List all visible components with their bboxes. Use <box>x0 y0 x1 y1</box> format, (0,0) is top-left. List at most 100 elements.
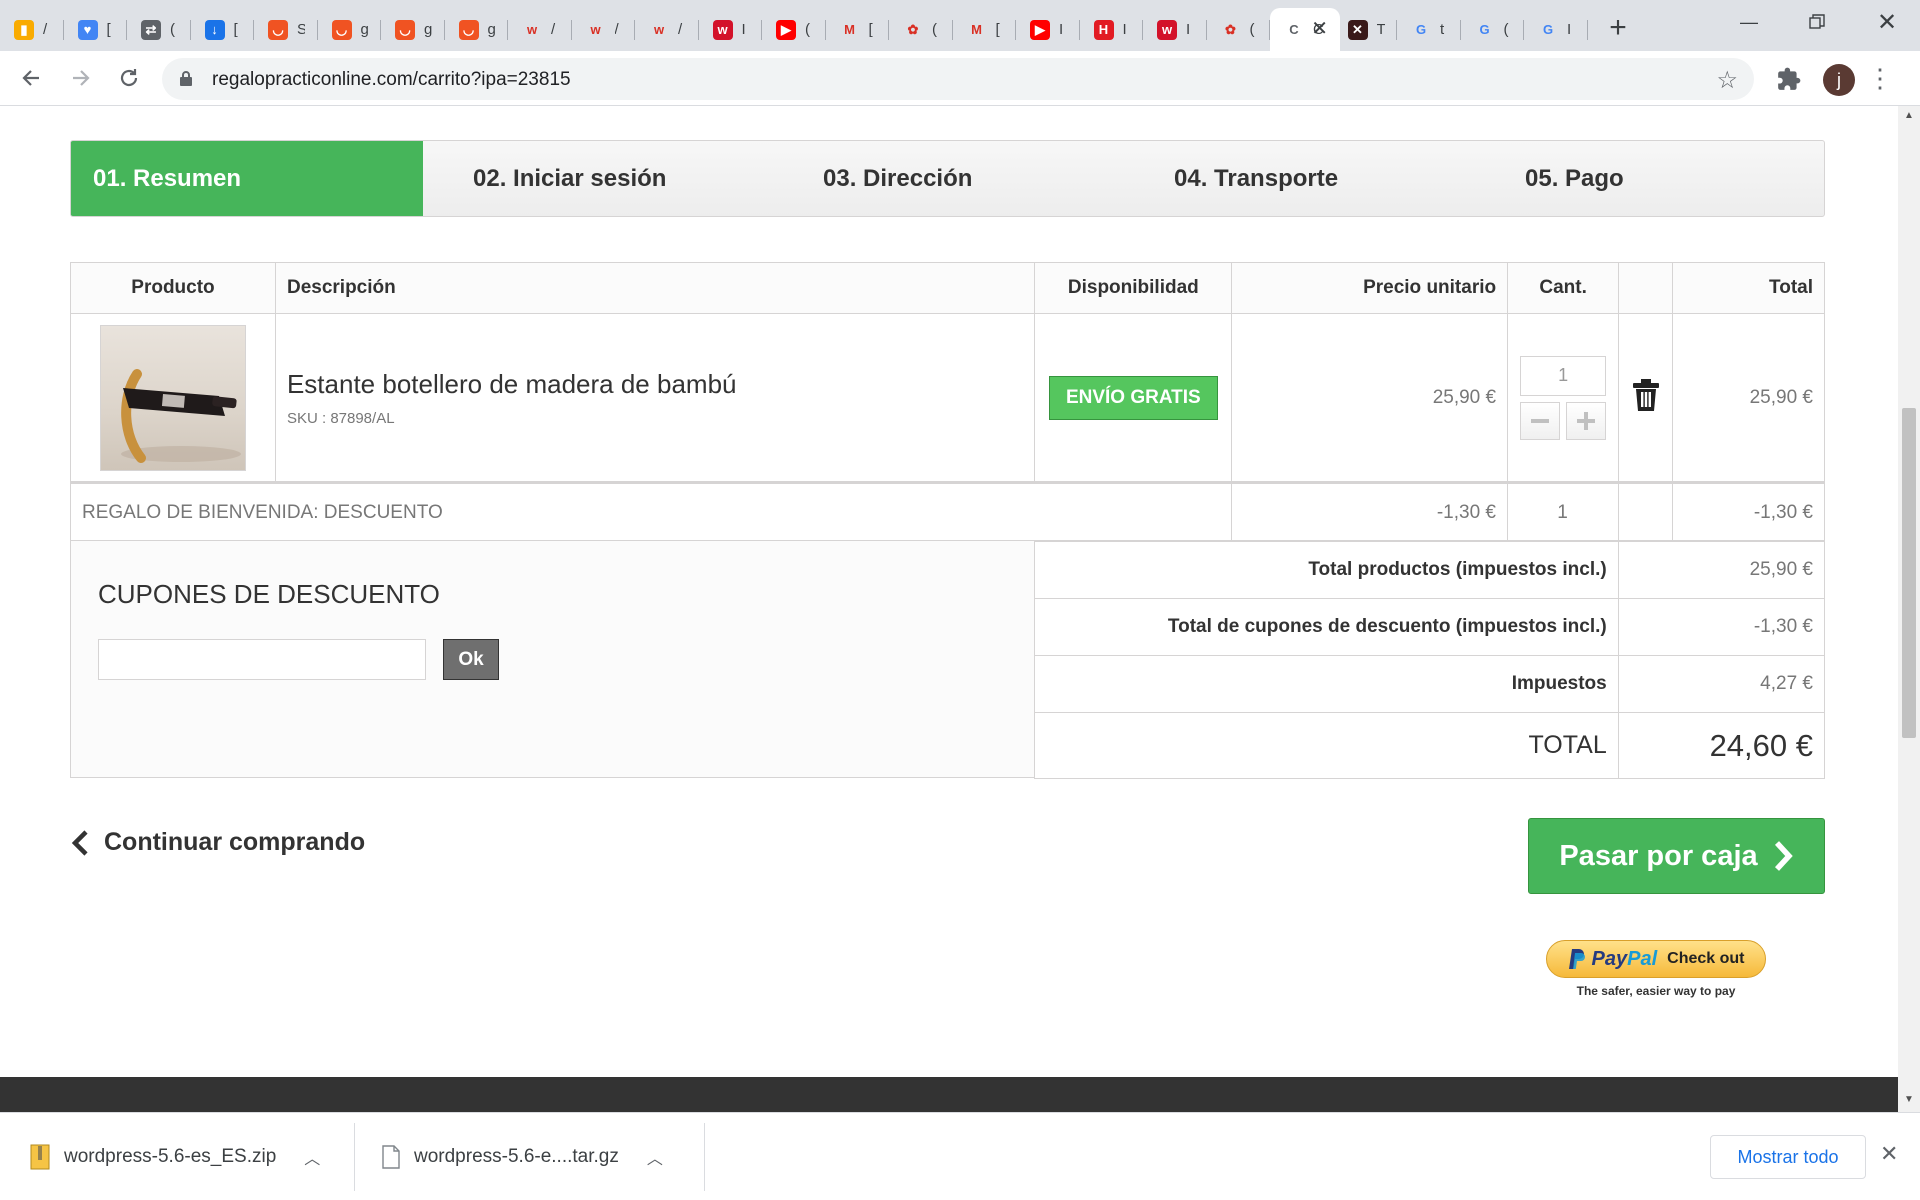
step-shipping[interactable]: 04. Transporte <box>1164 141 1464 216</box>
tab-title: [ <box>233 21 238 38</box>
tab-title: I <box>1567 21 1572 38</box>
browser-tab[interactable]: ◡ g <box>318 8 381 51</box>
restore-button[interactable] <box>1794 6 1840 38</box>
browser-tab[interactable]: wI <box>1143 8 1207 51</box>
download-item[interactable]: wordpress-5.6-e....tar.gz ︿ <box>382 1113 663 1200</box>
chevron-up-icon[interactable]: ︿ <box>647 1145 663 1169</box>
wallapop-icon: w <box>590 22 601 37</box>
bookmark-star-icon[interactable]: ☆ <box>1716 66 1738 95</box>
browser-tab[interactable]: M[ <box>826 8 889 51</box>
discount-label: REGALO DE BIENVENIDA: DESCUENTO <box>82 501 443 523</box>
scroll-down-icon[interactable]: ▼ <box>1902 1094 1916 1108</box>
browser-tab[interactable]: GI <box>1524 8 1588 51</box>
browser-tab[interactable]: ↓[ <box>191 8 254 51</box>
extensions-puzzle-icon[interactable] <box>1776 66 1802 92</box>
paypal-pill: Pay Pal Check out <box>1546 940 1766 978</box>
h-logo-icon: H <box>1093 19 1114 40</box>
wallapop-round-icon: w <box>712 19 733 40</box>
browser-tab[interactable]: ▶ I <box>1016 8 1080 51</box>
step-payment[interactable]: 05. Pago <box>1515 141 1815 216</box>
forward-arrow-icon <box>73 70 90 86</box>
browser-tab[interactable]: ▶( <box>762 8 826 51</box>
header-availability: Disponibilidad <box>1034 262 1233 314</box>
close-window-button[interactable]: ✕ <box>1864 6 1910 38</box>
step-address[interactable]: 03. Dirección <box>813 141 1113 216</box>
browser-tab[interactable]: Gt <box>1397 8 1461 51</box>
browser-tab[interactable]: ⇄( <box>127 8 191 51</box>
close-tab-icon[interactable]: ✕ <box>1311 19 1328 39</box>
browser-tab[interactable]: ◡ g <box>381 8 445 51</box>
profile-avatar[interactable]: j <box>1823 64 1855 96</box>
active-tab-icon: C <box>1289 22 1299 37</box>
download-item[interactable]: wordpress-5.6-es_ES.zip ︿ <box>30 1113 320 1200</box>
lock-icon <box>180 71 192 86</box>
browser-toolbar: regalopracticonline.com/carrito?ipa=2381… <box>0 51 1920 106</box>
show-all-downloads-button[interactable]: Mostrar todo <box>1710 1135 1866 1179</box>
qty-decrease-button[interactable] <box>1520 401 1561 440</box>
paypal-pay: Pay <box>1591 947 1628 970</box>
browser-tab[interactable]: C C ✕ <box>1270 8 1340 51</box>
product-image[interactable] <box>100 324 246 471</box>
scrollbar-thumb[interactable] <box>1902 408 1916 738</box>
back-button[interactable] <box>12 59 50 97</box>
close-downloads-icon[interactable]: ✕ <box>1880 1141 1898 1167</box>
browser-tab[interactable]: ◡ S <box>254 8 318 51</box>
browser-tab[interactable]: ✿( <box>889 8 953 51</box>
chevron-up-icon[interactable]: ︿ <box>304 1145 320 1169</box>
browser-tab[interactable]: w / <box>635 8 699 51</box>
tab-title: t <box>1440 21 1445 38</box>
tab-title: g <box>424 21 432 38</box>
reload-button[interactable] <box>110 59 148 97</box>
step-summary[interactable]: 01. Resumen <box>71 141 423 216</box>
totals-row: Total productos (impuestos incl.) 25,90 … <box>1034 541 1826 599</box>
scroll-up-icon[interactable]: ▲ <box>1902 110 1916 124</box>
tab-title: / <box>678 21 683 38</box>
step-login[interactable]: 02. Iniciar sesión <box>463 141 753 216</box>
new-tab-button[interactable]: + <box>1600 10 1636 46</box>
address-bar[interactable]: regalopracticonline.com/carrito?ipa=2381… <box>162 58 1754 100</box>
checkout-button[interactable]: Pasar por caja <box>1528 818 1825 894</box>
coupon-code-input[interactable] <box>98 639 426 680</box>
total-coupons-value: -1,30 € <box>1617 598 1826 656</box>
browser-tab[interactable]: ♥[ <box>64 8 127 51</box>
browser-tab[interactable]: ◡ g <box>445 8 508 51</box>
tab-title: g <box>360 21 369 38</box>
page-scrollbar[interactable]: ▲ ▼ <box>1898 106 1920 1112</box>
tab-title: [ <box>106 21 111 38</box>
step-label: 01. Resumen <box>93 164 242 192</box>
product-sku: SKU : 87898/AL <box>286 409 395 427</box>
totals-table: Total productos (impuestos incl.) 25,90 … <box>1034 541 1826 779</box>
step-label: 03. Dirección <box>823 164 973 192</box>
header-unit-price: Precio unitario <box>1231 262 1509 314</box>
paypal-checkout-text: Check out <box>1667 950 1745 967</box>
unit-price-cell: 25,90 € <box>1231 313 1509 482</box>
forward-button[interactable] <box>62 59 100 97</box>
apply-coupon-button[interactable]: Ok <box>443 639 499 680</box>
trash-icon[interactable] <box>1632 379 1659 411</box>
browser-tab[interactable]: HI <box>1080 8 1143 51</box>
browser-tab[interactable]: ✕ T <box>1334 8 1397 51</box>
wallapop-icon: w <box>653 22 665 37</box>
browser-tab[interactable]: ▮ / <box>0 8 64 51</box>
browser-tab[interactable]: wI <box>699 8 762 51</box>
url-text[interactable]: regalopracticonline.com/carrito?ipa=2381… <box>212 69 571 91</box>
tab-title: ( <box>932 21 937 38</box>
browser-tab[interactable]: M[ <box>953 8 1016 51</box>
qty-increase-button[interactable] <box>1566 401 1607 440</box>
minimize-button[interactable]: — <box>1726 6 1772 38</box>
browser-menu-icon[interactable]: ⋮ <box>1867 63 1893 93</box>
product-name[interactable]: Estante botellero de madera de bambú <box>287 369 1034 400</box>
browser-tab[interactable]: ✿( <box>1207 8 1270 51</box>
paypal-checkout-button[interactable]: Pay Pal Check out The safer, easier way t… <box>1546 940 1766 1004</box>
analytics-icon: ▮ <box>14 19 34 40</box>
quantity-input[interactable]: 1 <box>1520 355 1607 396</box>
google-icon: G <box>1479 22 1490 37</box>
continue-shopping-link[interactable]: Continuar comprando <box>70 828 365 857</box>
cart-table: Producto Descripción Disponibilidad Prec… <box>70 262 1825 482</box>
browser-tab[interactable]: G( <box>1461 8 1524 51</box>
browser-tab[interactable]: w / <box>572 8 635 51</box>
table-row: Estante botellero de madera de bambú SKU… <box>70 313 1825 482</box>
browser-tab[interactable]: w / <box>508 8 572 51</box>
product-description-cell: Estante botellero de madera de bambú SKU… <box>274 313 1036 482</box>
tab-title: ( <box>1249 21 1255 38</box>
